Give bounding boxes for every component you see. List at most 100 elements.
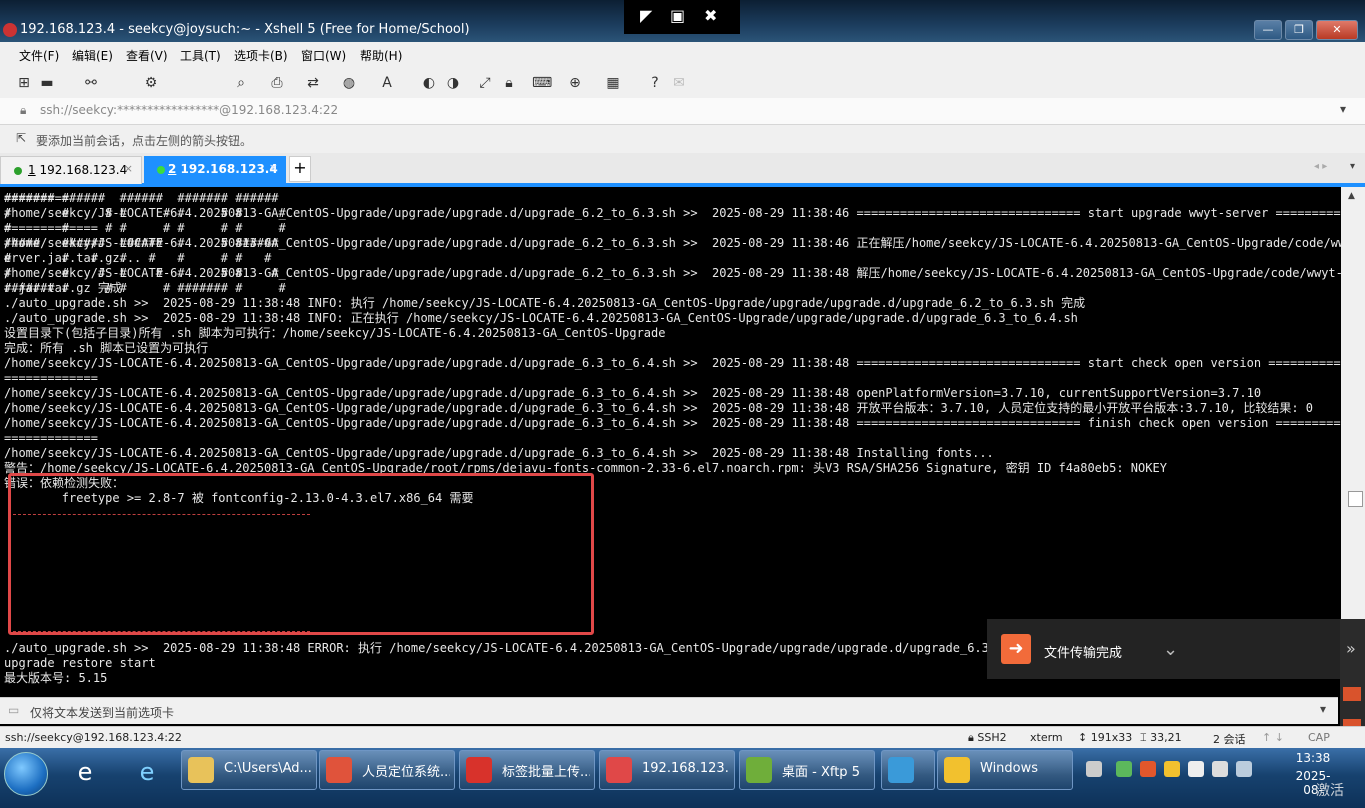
warning-icon [944,757,970,783]
address-bar[interactable]: 🔒︎ ssh://seekcy:*****************@192.16… [0,98,1365,125]
app-grid-icon [888,757,914,783]
screen-tray-icon[interactable] [1236,761,1252,777]
xmanager-icon[interactable]: ◑ [444,74,462,92]
chat-tray-icon[interactable] [1164,761,1180,777]
tab-close-icon[interactable]: × [124,162,133,175]
address-text[interactable]: ssh://seekcy:*****************@192.168.1… [40,103,338,117]
compose-icon[interactable]: ▭ [8,703,19,717]
ie-browser-icon[interactable]: e [126,752,168,792]
find-icon[interactable]: ⌕ [232,74,250,92]
menu-window[interactable]: 窗口(W) [301,47,346,64]
xftp-icon[interactable]: ◐ [420,74,438,92]
font-icon[interactable]: A [378,74,396,92]
security-tray-icon[interactable] [1116,761,1132,777]
taskbar-item-label: Windows [980,761,1039,776]
print-icon[interactable]: ⎙ [268,74,286,92]
xshell-app-icon[interactable] [3,23,17,37]
status-connection: ssh://seekcy@192.168.123.4:22 [5,731,182,744]
connected-dot-icon [157,166,165,174]
menu-bar: 文件(F) 编辑(E) 查看(V) 工具(T) 选项卡(B) 窗口(W) 帮助(… [0,42,1365,68]
taskbar-item[interactable] [881,750,935,790]
window-title: 192.168.123.4 - seekcy@joysuch:~ - Xshel… [20,22,470,37]
globe-icon[interactable]: ◍ [340,74,358,92]
transfer-complete-icon: ➜ [1001,634,1031,664]
taskbar-item[interactable]: 桌面 - Xftp 5 [739,750,875,790]
hint-text: 要添加当前会话，点击左侧的箭头按钮。 [36,134,253,148]
tab-session-1[interactable]: 1 192.168.123.4 × [0,156,142,184]
pin-icon[interactable]: ◤ [640,6,652,25]
compose-dropdown-icon[interactable]: ▾ [1320,702,1326,716]
taskbar-item[interactable]: 标签批量上传... [459,750,595,790]
tab-label: 1 192.168.123.4 [28,163,128,177]
flag-icon[interactable] [1343,687,1361,701]
add-tab-button[interactable]: + [289,156,311,182]
status-sessions: 2 会话 [1213,733,1246,746]
keyboard-icon[interactable]: ⌨ [532,74,552,92]
network-icon[interactable] [1212,761,1228,777]
maximize-button[interactable]: ❐ [1285,20,1313,40]
volume-icon[interactable] [1188,761,1204,777]
lock-icon[interactable]: 🔒︎ [500,74,518,92]
office-tray-icon[interactable] [1140,761,1156,777]
status-protocol: 🔒︎ SSH2 [968,731,1007,744]
ascii-error-banner: ####### ###### ###### ####### ###### # #… [4,191,286,295]
taskbar-item[interactable]: C:\Users\Ad... [181,750,317,790]
folder-icon [188,757,214,783]
scrollbar-thumb[interactable] [1348,491,1363,507]
remote-control-overlay: ◤ ▣ ✖ [624,0,740,34]
menu-view[interactable]: 查看(V) [126,47,168,64]
new-session-icon[interactable]: ⊞ [15,74,33,92]
taskbar-item[interactable]: Windows [937,750,1073,790]
xftp-icon [746,757,772,783]
xshell-icon [606,757,632,783]
taskbar-item-label: 桌面 - Xftp 5 [782,765,860,780]
error-highlight-box [8,473,594,635]
menu-tools[interactable]: 工具(T) [180,47,221,64]
taskbar-item-label: 人员定位系统... [362,765,450,780]
close-button[interactable]: ✕ [1316,20,1358,40]
arrow-icon[interactable]: ⇱ [16,131,26,145]
address-dropdown-icon[interactable]: ▾ [1340,102,1346,116]
add-icon[interactable]: ⊕ [566,74,584,92]
tab-list-icon[interactable]: ▾ [1350,161,1355,172]
keyboard-tray-icon[interactable] [1086,761,1102,777]
chat-icon[interactable]: ✉ [670,74,688,92]
tab-label: 2 192.168.123.4 [168,162,278,176]
restore-view-icon[interactable]: ▣ [670,6,685,25]
taskbar-item[interactable]: 人员定位系统... [319,750,455,790]
help-icon[interactable]: ? [646,74,664,92]
layout-icon[interactable]: ▦ [604,74,622,92]
menu-edit[interactable]: 编辑(E) [72,47,113,64]
properties-icon[interactable]: ⚙ [142,74,160,92]
status-cursor: ⌶ 33,21 [1140,731,1182,744]
menu-file[interactable]: 文件(F) [19,47,59,64]
taskbar-item[interactable]: 192.168.123... [599,750,735,790]
activation-watermark: 激活 [1316,783,1344,799]
taskbar-item-label: 标签批量上传... [502,765,590,780]
tab-scroll-icon[interactable]: ◂ ▸ [1314,161,1327,172]
ie-icon[interactable]: e [64,752,106,792]
tab-close-icon[interactable]: × [269,161,278,174]
start-button[interactable] [4,752,48,796]
system-tray [1078,750,1288,788]
tab-session-2[interactable]: 2 192.168.123.4 × [144,156,286,183]
menu-help[interactable]: 帮助(H) [360,47,402,64]
lock-small-icon: 🔒︎ [20,103,27,117]
expand-icon[interactable]: » [1346,639,1356,658]
close-overlay-icon[interactable]: ✖ [704,6,717,25]
fullscreen-icon[interactable]: ⤢ [476,74,494,92]
scroll-up-icon[interactable]: ▲ [1348,191,1355,201]
toast-message: 文件传输完成 [1044,646,1123,661]
toolbar: ⊞ ▬ ⚯ ⚙ ⌕ ⎙ ⇄ ◍ A ◐ ◑ ⤢ 🔒︎ ⌨ ⊕ ▦ ? ✉ [0,68,1365,99]
link-icon[interactable]: ⚯ [82,74,100,92]
open-folder-icon[interactable]: ▬ [38,74,56,92]
menu-tabs[interactable]: 选项卡(B) [234,47,288,64]
compose-placeholder[interactable]: 仅将文本发送到当前选项卡 [30,704,174,721]
taskbar-item-label: 192.168.123... [642,761,730,776]
chevron-down-icon[interactable]: ⌄ [1163,639,1178,660]
status-nav[interactable]: ↑ ↓ [1262,731,1284,744]
compose-bar[interactable]: ▭ 仅将文本发送到当前选项卡 ▾ [0,697,1338,724]
minimize-button[interactable]: — [1254,20,1282,40]
status-bar: ssh://seekcy@192.168.123.4:22 🔒︎ SSH2 xt… [0,726,1365,749]
transfer-icon[interactable]: ⇄ [304,74,322,92]
